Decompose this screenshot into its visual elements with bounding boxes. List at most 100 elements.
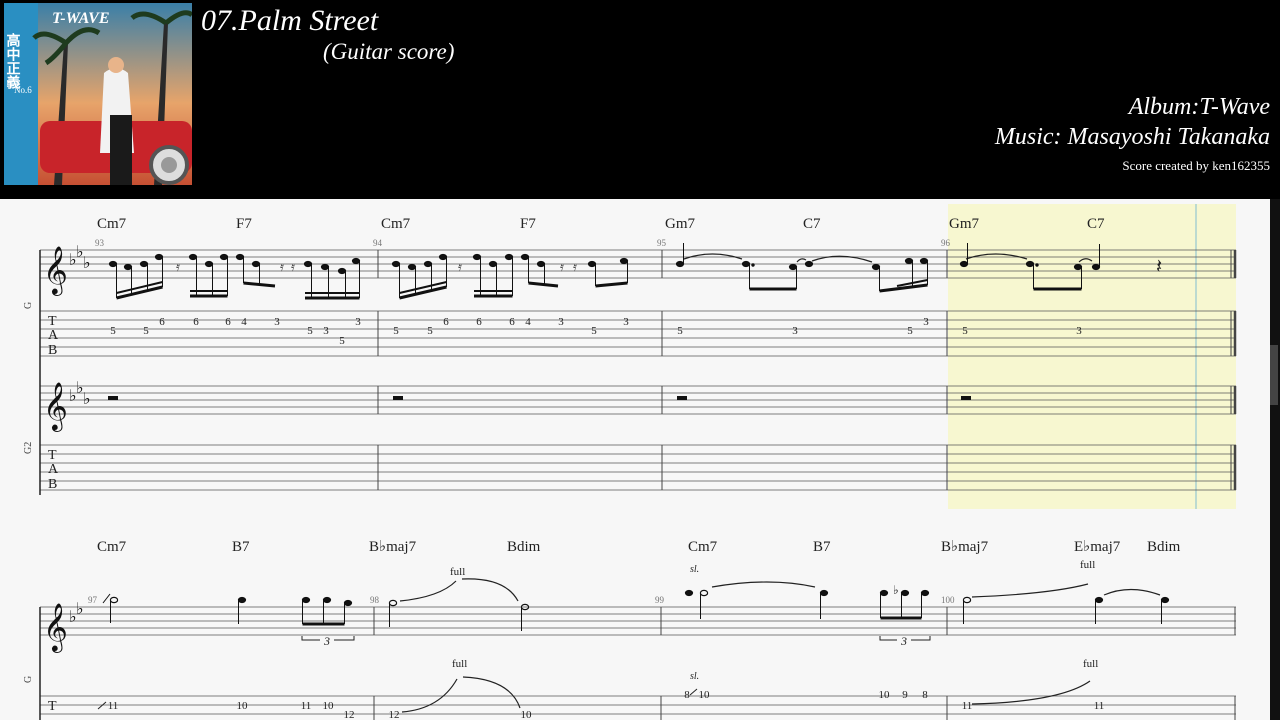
cover-number: No.6: [14, 85, 32, 95]
svg-text:6: 6: [193, 316, 199, 328]
chord-symbol: Cm7: [381, 216, 411, 232]
whole-rests: [108, 396, 971, 400]
scrollbar-thumb[interactable]: [1270, 345, 1278, 405]
svg-text:3: 3: [274, 316, 280, 328]
measure-number: 95: [657, 238, 667, 248]
score-sheet[interactable]: Cm7 F7 Cm7 F7 Gm7 C7 Gm7 C7 93 94 95 96 …: [0, 199, 1276, 720]
chord-symbol: F7: [520, 216, 536, 232]
svg-text:5: 5: [962, 325, 968, 337]
svg-text:sl.: sl.: [690, 671, 699, 682]
svg-text:5: 5: [143, 325, 149, 337]
svg-text:A: A: [48, 462, 59, 477]
svg-text:8: 8: [922, 689, 928, 701]
svg-text:4: 4: [241, 316, 247, 328]
treble-clef-icon: 𝄞: [43, 382, 68, 432]
cover-artist: 高中正義: [5, 32, 21, 90]
svg-text:11: 11: [1094, 700, 1105, 712]
svg-text:A: A: [48, 328, 59, 343]
svg-text:3: 3: [792, 325, 798, 337]
svg-text:B: B: [48, 477, 57, 492]
svg-text:𝄿: 𝄿: [573, 259, 577, 274]
svg-text:5: 5: [591, 325, 597, 337]
svg-text:5: 5: [339, 335, 345, 347]
chord-symbol: B♭maj7: [941, 539, 989, 555]
track-label-g: G: [23, 302, 34, 309]
notes-m94: [391, 253, 629, 300]
svg-text:full: full: [450, 566, 465, 578]
svg-text:full: full: [1080, 559, 1095, 571]
svg-text:𝄿: 𝄿: [560, 259, 564, 274]
chord-symbol: Gm7: [949, 216, 980, 232]
score-canvas: Cm7 F7 Cm7 F7 Gm7 C7 Gm7 C7 93 94 95 96 …: [23, 204, 1237, 720]
svg-text:5: 5: [907, 325, 913, 337]
svg-text:11: 11: [301, 700, 312, 712]
chord-symbol: B7: [813, 539, 831, 555]
album-cover-image: T-WAVE 高中正義 No.6: [4, 3, 192, 185]
svg-text:5: 5: [307, 325, 313, 337]
cover-brand: T-WAVE: [52, 10, 110, 27]
credit-label: Score created by ken162355: [1122, 158, 1270, 173]
track-label-g2: G2: [23, 442, 34, 454]
bend-curves: [399, 578, 1161, 713]
svg-text:full: full: [452, 658, 467, 670]
svg-text:B: B: [48, 343, 57, 358]
header: T-WAVE 高中正義 No.6 07.Palm Street (Guitar …: [0, 0, 1280, 197]
svg-text:3: 3: [323, 325, 329, 337]
song-title: 07.Palm Street: [201, 4, 379, 37]
chord-symbol: B7: [232, 539, 250, 555]
tab-numbers-2: 11 10 11 10 12 12 10 8 10 10 9 8 11 11: [108, 689, 1105, 720]
svg-text:6: 6: [225, 316, 231, 328]
measure-number: 94: [373, 238, 383, 248]
svg-text:11: 11: [962, 700, 973, 712]
svg-text:8: 8: [684, 689, 690, 701]
chord-symbol: Bdim: [1147, 539, 1181, 555]
chord-symbol: C7: [803, 216, 821, 232]
rests: 𝄿 𝄿 𝄿 𝄿 𝄿 𝄿: [176, 259, 577, 274]
slide-label: sl. sl.: [690, 564, 699, 682]
chord-symbol: Cm7: [97, 539, 127, 555]
svg-text:3: 3: [323, 634, 330, 648]
music-label: Music: Masayoshi Takanaka: [994, 124, 1270, 150]
chord-symbol: Cm7: [97, 216, 127, 232]
chord-symbol: C7: [1087, 216, 1105, 232]
svg-text:T: T: [48, 314, 57, 329]
treble-clef-icon: 𝄞: [43, 603, 68, 653]
vertical-scrollbar[interactable]: [1270, 199, 1280, 720]
svg-text:3: 3: [558, 316, 564, 328]
chord-symbol: Cm7: [688, 539, 718, 555]
chord-symbol: B♭maj7: [369, 539, 417, 555]
chord-symbol: E♭maj7: [1074, 539, 1121, 555]
measure-number: 98: [370, 595, 380, 605]
measure-number: 93: [95, 238, 105, 248]
song-subtitle: (Guitar score): [323, 39, 455, 64]
measure-number: 100: [941, 595, 955, 605]
svg-text:9: 9: [902, 689, 908, 701]
flat-icon: ♭: [76, 601, 84, 618]
svg-text:5: 5: [427, 325, 433, 337]
svg-text:3: 3: [355, 316, 361, 328]
measure-number: 99: [655, 595, 665, 605]
flat-icon: ♭: [893, 583, 899, 597]
svg-text:5: 5: [393, 325, 399, 337]
tab-staff-3: [40, 695, 1236, 715]
tab-clef-icon: T: [48, 699, 57, 714]
svg-text:6: 6: [476, 316, 482, 328]
svg-text:12: 12: [344, 709, 355, 720]
chord-symbol: Bdim: [507, 539, 541, 555]
treble-clef-icon: 𝄞: [43, 246, 68, 296]
system-2: Cm7 B7 B♭maj7 Bdim Cm7 B7 B♭maj7 E♭maj7 …: [23, 539, 1236, 720]
svg-text:3: 3: [623, 316, 629, 328]
svg-text:5: 5: [110, 325, 116, 337]
svg-text:3: 3: [1076, 325, 1082, 337]
barlines: [373, 607, 1236, 720]
svg-text:6: 6: [159, 316, 165, 328]
svg-text:11: 11: [108, 700, 119, 712]
svg-text:6: 6: [509, 316, 515, 328]
chord-symbol: F7: [236, 216, 252, 232]
chord-symbol: Gm7: [665, 216, 696, 232]
svg-text:T: T: [48, 448, 57, 463]
svg-text:3: 3: [923, 316, 929, 328]
staff-3: [40, 606, 1236, 636]
svg-text:T: T: [48, 699, 57, 714]
svg-text:3: 3: [900, 634, 907, 648]
